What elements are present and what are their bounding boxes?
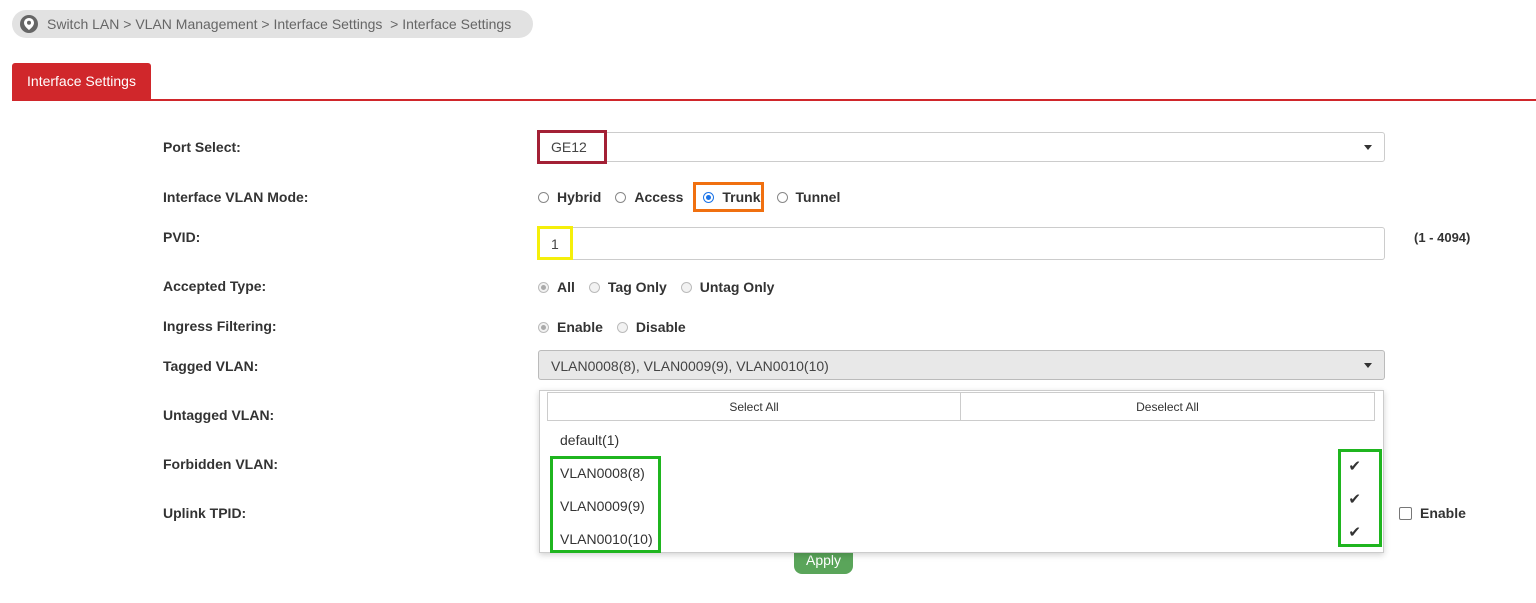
tagged-vlan-value: VLAN0008(8), VLAN0009(9), VLAN0010(10) [551, 358, 829, 374]
checkbox-icon[interactable] [1399, 506, 1412, 520]
breadcrumb: Switch LAN > VLAN Management > Interface… [12, 10, 533, 38]
deselect-all-button[interactable]: Deselect All [960, 392, 1375, 421]
tagged-vlan-label: Tagged VLAN: [163, 358, 259, 374]
radio-icon[interactable] [776, 191, 788, 203]
tab-underline [12, 99, 1536, 101]
dropdown-item-default[interactable]: default(1) [560, 432, 619, 448]
accepted-type-radio-group: All Tag Only Untag Only [538, 279, 788, 295]
accepted-type-tag-only-label: Tag Only [607, 279, 667, 295]
forbidden-vlan-label: Forbidden VLAN: [163, 456, 279, 472]
accepted-type-all-label: All [557, 279, 575, 295]
radio-checked-icon[interactable] [538, 321, 549, 333]
highlight-pvid [537, 226, 573, 260]
ingress-filtering-radio-group: Enable Disable [538, 319, 700, 335]
radio-icon[interactable] [538, 191, 549, 203]
highlight-trunk [693, 182, 764, 212]
pvid-range: (1 - 4094) [1414, 230, 1471, 245]
location-pin-icon [20, 15, 38, 33]
chevron-down-icon [1364, 363, 1372, 368]
uplink-tpid-enable-label: Enable [1420, 505, 1466, 521]
chevron-down-icon [1364, 145, 1372, 150]
accepted-type-tag-only[interactable]: Tag Only [588, 279, 667, 295]
accepted-type-untag-only-label: Untag Only [699, 279, 775, 295]
vlan-mode-tunnel-label: Tunnel [795, 189, 841, 205]
radio-icon[interactable] [588, 281, 600, 293]
tagged-vlan-dropdown-panel: Select All Deselect All default(1) VLAN0… [539, 390, 1384, 553]
ingress-filtering-enable[interactable]: Enable [538, 319, 603, 335]
port-select-label: Port Select: [163, 139, 241, 155]
radio-icon[interactable] [616, 321, 628, 333]
vlan-mode-access[interactable]: Access [615, 189, 683, 205]
vlan-mode-hybrid-label: Hybrid [557, 189, 602, 205]
breadcrumb-text[interactable]: Switch LAN > VLAN Management > Interface… [47, 16, 511, 32]
vlan-mode-tunnel[interactable]: Tunnel [776, 189, 841, 205]
radio-icon[interactable] [615, 191, 627, 203]
tab-interface-settings[interactable]: Interface Settings [12, 63, 151, 100]
pvid-input[interactable]: 1 [538, 227, 1385, 260]
ingress-disable-label: Disable [635, 319, 686, 335]
accepted-type-untag-only[interactable]: Untag Only [680, 279, 775, 295]
tagged-vlan-select[interactable]: VLAN0008(8), VLAN0009(9), VLAN0010(10) [538, 350, 1385, 380]
select-all-button[interactable]: Select All [547, 392, 961, 421]
accepted-type-all[interactable]: All [538, 279, 575, 295]
untagged-vlan-label: Untagged VLAN: [163, 407, 275, 423]
highlight-checkmarks [1338, 449, 1382, 547]
accepted-type-label: Accepted Type: [163, 278, 267, 294]
ingress-enable-label: Enable [557, 319, 603, 335]
radio-checked-icon[interactable] [538, 281, 549, 293]
pvid-label: PVID: [163, 229, 201, 245]
port-select-dropdown[interactable]: GE12 [538, 132, 1385, 162]
uplink-tpid-label: Uplink TPID: [163, 505, 247, 521]
highlight-port-value [537, 130, 607, 164]
radio-icon[interactable] [680, 281, 692, 293]
highlight-selected-vlans [550, 456, 661, 553]
vlan-mode-access-label: Access [634, 189, 684, 205]
vlan-mode-label: Interface VLAN Mode: [163, 189, 309, 205]
vlan-mode-hybrid[interactable]: Hybrid [538, 189, 601, 205]
uplink-tpid-enable[interactable]: Enable [1399, 505, 1466, 521]
ingress-filtering-label: Ingress Filtering: [163, 318, 277, 334]
ingress-filtering-disable[interactable]: Disable [616, 319, 686, 335]
